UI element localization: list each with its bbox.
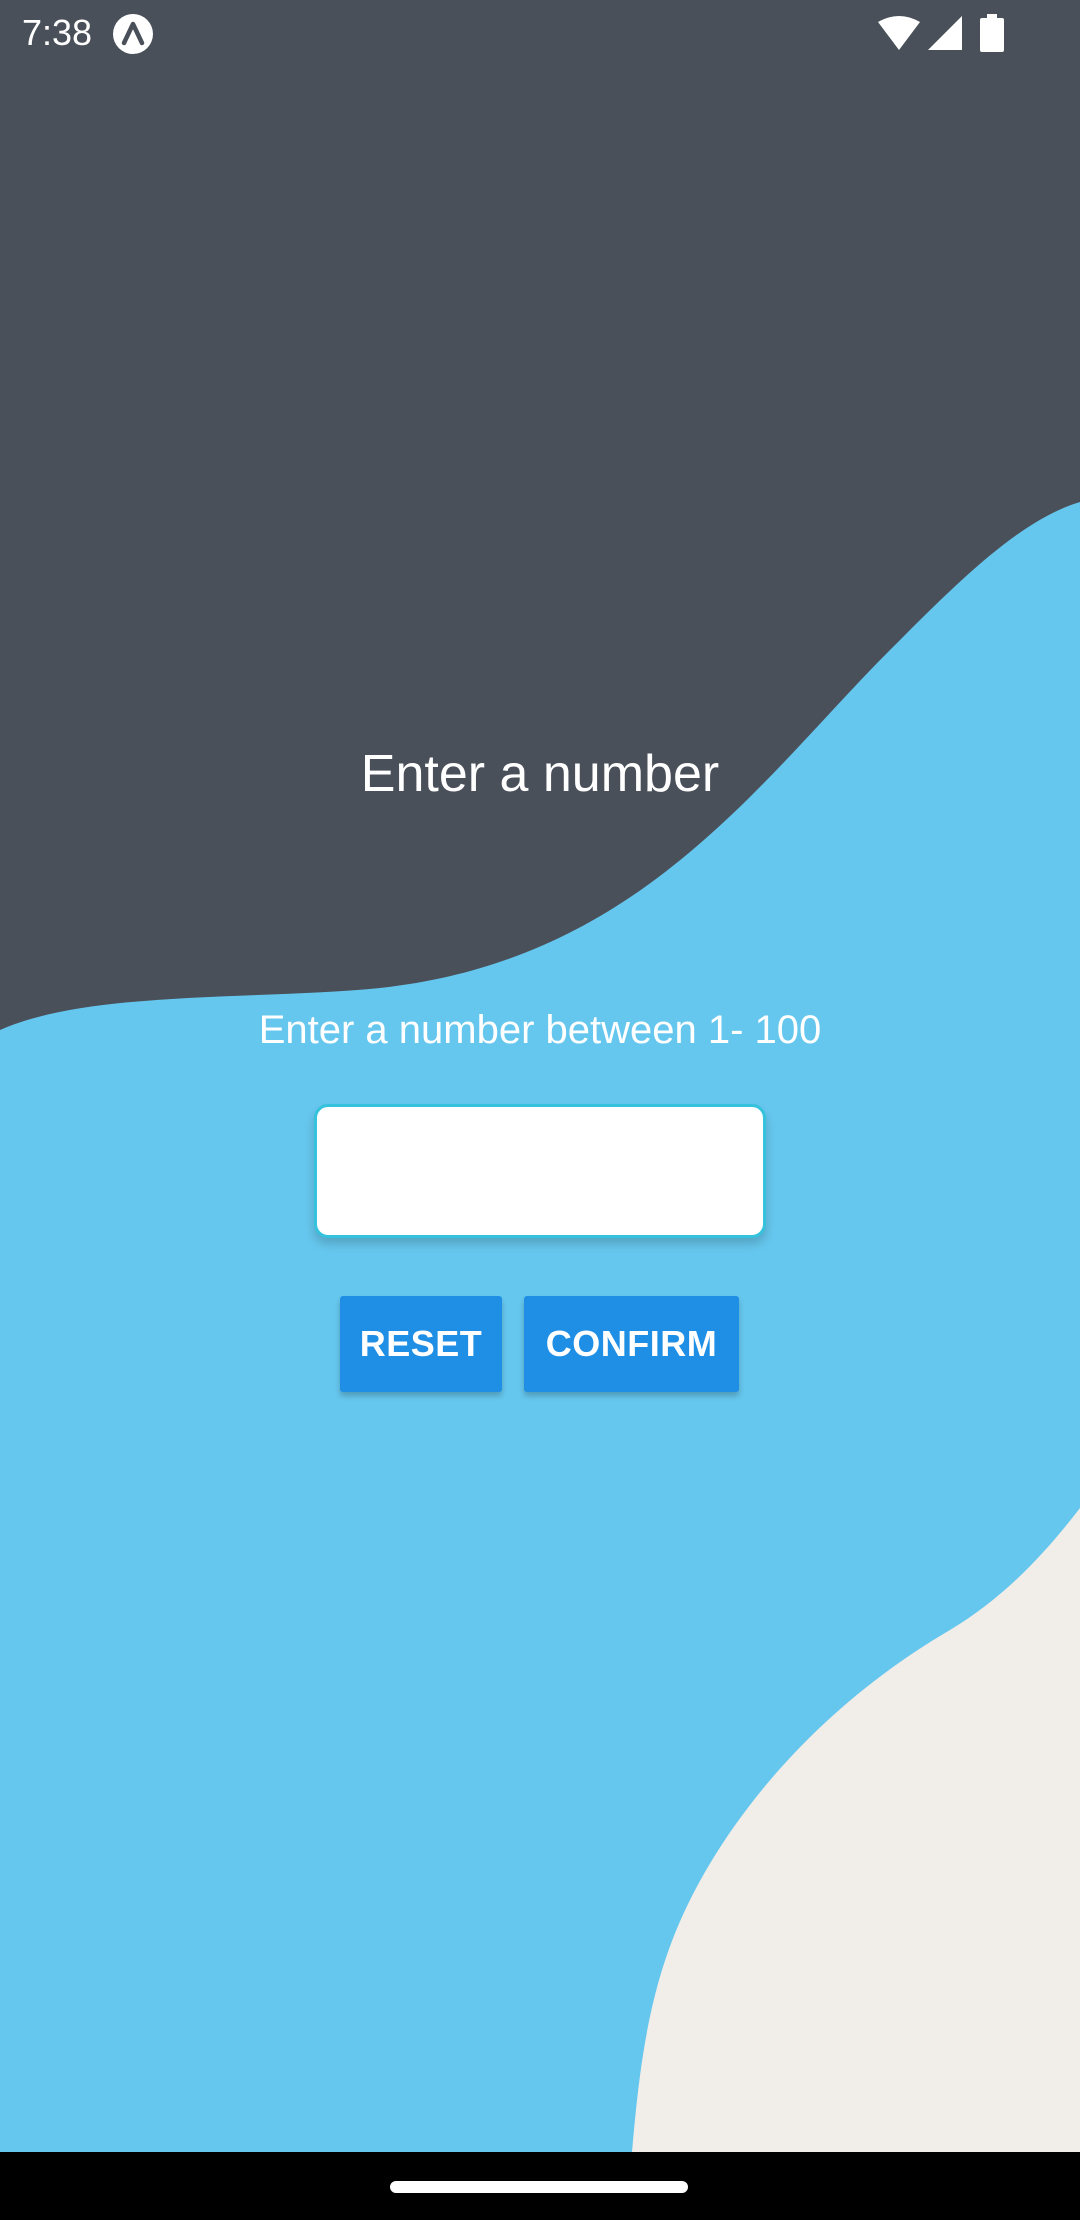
page-title: Enter a number: [360, 745, 720, 803]
status-bar: 7:38: [0, 0, 1080, 66]
battery-icon: [980, 14, 1004, 52]
app-screen: 7:38 Enter a number Enter a number betwe…: [0, 0, 1080, 2220]
status-time: 7:38: [22, 12, 93, 53]
cell-signal-icon: [928, 16, 962, 50]
wifi-icon: [878, 16, 920, 50]
reset-button[interactable]: RESET: [340, 1296, 502, 1392]
app-logo-icon: [113, 14, 153, 54]
instruction-text: Enter a number between 1- 100: [258, 1008, 822, 1052]
confirm-button[interactable]: CONFIRM: [524, 1296, 739, 1392]
home-gesture-handle[interactable]: [390, 2181, 688, 2193]
number-input[interactable]: [314, 1104, 766, 1238]
